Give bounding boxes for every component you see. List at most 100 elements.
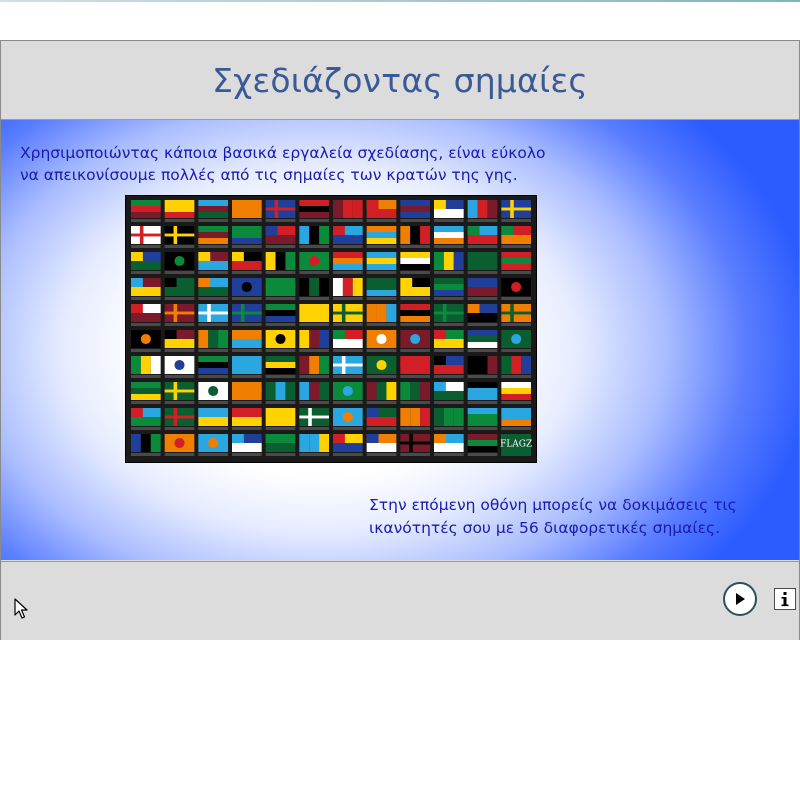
flag-thumbnail bbox=[164, 226, 195, 248]
flag-thumbnail bbox=[131, 200, 161, 222]
flag-thumbnail bbox=[434, 330, 464, 352]
flag-thumbnail bbox=[232, 304, 262, 326]
flag-thumbnail bbox=[434, 356, 464, 378]
flag-thumbnail bbox=[232, 382, 262, 404]
flag-thumbnail bbox=[366, 408, 397, 430]
slide-window: Σχεδιάζοντας σημαίες Χρησιμοποιώντας κάπ… bbox=[0, 40, 800, 640]
flag-thumbnail bbox=[198, 200, 228, 222]
flag-thumbnail bbox=[400, 226, 430, 248]
flag-thumbnail bbox=[299, 330, 329, 352]
flag-thumbnail bbox=[265, 252, 296, 274]
flag-thumbnail bbox=[501, 278, 531, 300]
flag-thumbnail bbox=[467, 434, 498, 456]
flag-thumbnail bbox=[333, 252, 363, 274]
flag-thumbnail bbox=[164, 434, 195, 456]
flag-thumbnail bbox=[164, 330, 195, 352]
flag-thumbnail bbox=[333, 278, 363, 300]
flag-thumbnail bbox=[400, 200, 430, 222]
flag-thumbnail bbox=[198, 356, 228, 378]
flag-thumbnail bbox=[366, 356, 397, 378]
flag-thumbnail bbox=[400, 330, 430, 352]
flag-thumbnail bbox=[265, 278, 296, 300]
play-button[interactable] bbox=[723, 582, 757, 616]
page-title: Σχεδιάζοντας σημαίες bbox=[212, 60, 588, 100]
flag-thumbnail bbox=[501, 252, 531, 274]
flag-thumbnail bbox=[299, 408, 329, 430]
next-screen-text: Στην επόμενη οθόνη μπορείς να δοκιμάσεις… bbox=[369, 494, 789, 540]
flagz-label: FLAGZ bbox=[500, 440, 532, 450]
flag-thumbnail bbox=[333, 200, 363, 222]
flag-thumbnail bbox=[265, 434, 296, 456]
flag-thumbnail bbox=[131, 278, 161, 300]
flag-thumbnail bbox=[299, 434, 329, 456]
flag-thumbnail bbox=[501, 226, 531, 248]
flag-thumbnail bbox=[198, 330, 228, 352]
header-bar: Σχεδιάζοντας σημαίες bbox=[1, 41, 799, 120]
flag-thumbnail bbox=[467, 356, 498, 378]
flag-thumbnail bbox=[164, 382, 195, 404]
flag-thumbnail bbox=[265, 330, 296, 352]
flag-thumbnail bbox=[366, 330, 397, 352]
flag-thumbnail bbox=[265, 226, 296, 248]
next-line-2: ικανότητές σου με 56 διαφορετικές σημαίε… bbox=[369, 519, 721, 537]
flag-thumbnail bbox=[232, 200, 262, 222]
flag-thumbnail bbox=[164, 200, 195, 222]
world-flags-image: FLAGZ bbox=[125, 195, 537, 463]
flag-thumbnail bbox=[501, 408, 531, 430]
flag-thumbnail bbox=[265, 356, 296, 378]
flag-thumbnail bbox=[333, 434, 363, 456]
flag-thumbnail bbox=[198, 382, 228, 404]
flag-thumbnail bbox=[400, 382, 430, 404]
flag-thumbnail bbox=[232, 278, 262, 300]
flag-thumbnail bbox=[434, 278, 464, 300]
mouse-cursor-icon bbox=[14, 598, 28, 619]
flag-thumbnail bbox=[400, 304, 430, 326]
flag-thumbnail bbox=[232, 330, 262, 352]
flag-thumbnail bbox=[265, 304, 296, 326]
flag-thumbnail bbox=[265, 200, 296, 222]
flag-thumbnail bbox=[299, 226, 329, 248]
flag-thumbnail bbox=[333, 356, 363, 378]
flag-thumbnail bbox=[400, 278, 430, 300]
flag-thumbnail bbox=[501, 382, 531, 404]
flag-thumbnail bbox=[400, 434, 430, 456]
flag-thumbnail bbox=[131, 434, 161, 456]
flag-thumbnail bbox=[366, 382, 397, 404]
flag-thumbnail bbox=[164, 252, 195, 274]
flag-thumbnail bbox=[434, 304, 464, 326]
flag-thumbnail bbox=[299, 252, 329, 274]
flag-thumbnail bbox=[131, 226, 161, 248]
flag-thumbnail bbox=[232, 408, 262, 430]
flag-thumbnail bbox=[434, 226, 464, 248]
flag-thumbnail bbox=[434, 408, 464, 430]
flag-thumbnail bbox=[299, 304, 329, 326]
flag-thumbnail bbox=[232, 226, 262, 248]
next-line-1: Στην επόμενη οθόνη μπορείς να δοκιμάσεις… bbox=[369, 496, 737, 514]
intro-text: Χρησιμοποιώντας κάποια βασικά εργαλεία σ… bbox=[20, 142, 620, 186]
flag-thumbnail bbox=[467, 278, 498, 300]
flag-thumbnail bbox=[232, 252, 262, 274]
flag-thumbnail bbox=[467, 382, 498, 404]
content-area: Χρησιμοποιώντας κάποια βασικά εργαλεία σ… bbox=[1, 120, 799, 560]
flag-thumbnail bbox=[198, 434, 228, 456]
flag-thumbnail bbox=[400, 408, 430, 430]
flag-thumbnail bbox=[198, 278, 228, 300]
flag-thumbnail bbox=[131, 382, 161, 404]
flag-thumbnail bbox=[467, 408, 498, 430]
flag-thumbnail bbox=[198, 304, 228, 326]
info-button[interactable] bbox=[774, 588, 796, 610]
flag-thumbnail bbox=[131, 304, 161, 326]
flag-thumbnail bbox=[366, 304, 397, 326]
flag-thumbnail bbox=[232, 356, 262, 378]
flag-thumbnail bbox=[501, 330, 531, 352]
flag-thumbnail bbox=[434, 382, 464, 404]
footer-bar bbox=[1, 561, 799, 640]
flag-thumbnail bbox=[164, 304, 195, 326]
flag-thumbnail bbox=[265, 408, 296, 430]
flag-thumbnail bbox=[164, 356, 195, 378]
top-rule bbox=[0, 0, 800, 2]
info-icon bbox=[781, 592, 789, 607]
flag-thumbnail bbox=[299, 200, 329, 222]
flag-thumbnail bbox=[467, 252, 498, 274]
flag-thumbnail bbox=[333, 382, 363, 404]
